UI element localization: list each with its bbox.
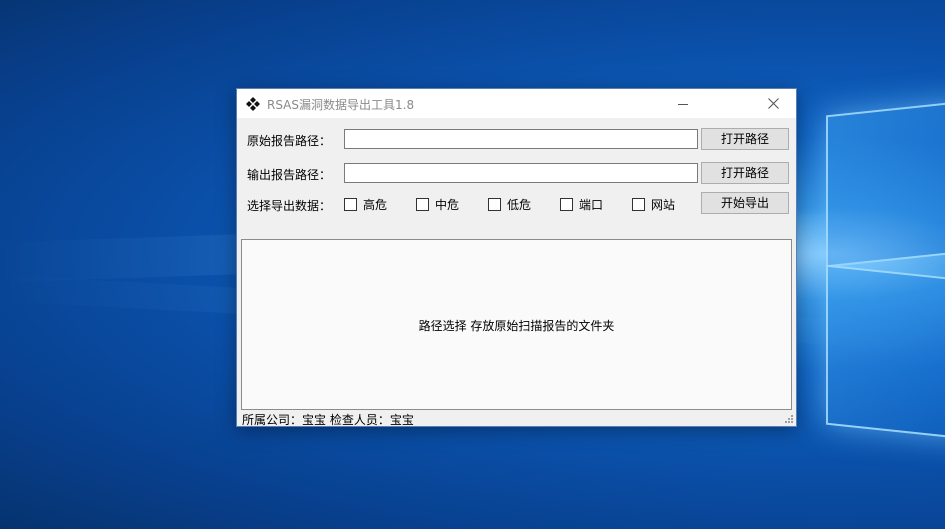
status-bar-text: 所属公司：宝宝 检查人员：宝宝 (242, 413, 414, 427)
log-panel: 路径选择 存放原始扫描报告的文件夹 (241, 239, 792, 410)
output-path-label: 输出报告路径： (247, 168, 332, 182)
app-window: RSAS漏洞数据导出工具1.8 原始报告路径： 打开路径 输出报告路径： 打开路… (236, 88, 797, 427)
desktop-logo-pane (826, 100, 945, 268)
checkbox-website[interactable]: 网站 (632, 196, 675, 213)
open-output-path-button[interactable]: 打开路径 (701, 162, 789, 184)
checkbox-label: 中危 (435, 198, 460, 212)
checkbox-box[interactable] (416, 198, 429, 211)
resize-grip-icon[interactable] (784, 414, 794, 424)
select-data-label: 选择导出数据： (247, 199, 332, 213)
diamond-app-icon (246, 97, 260, 111)
checkbox-box[interactable] (488, 198, 501, 211)
open-source-path-button[interactable]: 打开路径 (701, 128, 789, 150)
checkbox-label: 网站 (651, 198, 676, 212)
window-title: RSAS漏洞数据导出工具1.8 (267, 98, 415, 112)
checkbox-box[interactable] (560, 198, 573, 211)
source-path-label: 原始报告路径： (247, 134, 332, 148)
panel-hint-text: 路径选择 存放原始扫描报告的文件夹 (418, 319, 615, 333)
start-export-button[interactable]: 开始导出 (701, 192, 789, 214)
minimize-button[interactable] (660, 89, 706, 118)
minimize-icon (678, 103, 688, 105)
checkbox-label: 端口 (579, 198, 604, 212)
checkbox-label: 低危 (507, 198, 532, 212)
checkbox-label: 高危 (363, 198, 388, 212)
close-icon (767, 98, 779, 109)
desktop-logo-pane (826, 264, 945, 440)
checkbox-medium-risk[interactable]: 中危 (416, 196, 459, 213)
checkbox-box[interactable] (632, 198, 645, 211)
checkbox-port[interactable]: 端口 (560, 196, 603, 213)
output-path-input[interactable] (344, 163, 698, 183)
checkbox-low-risk[interactable]: 低危 (488, 196, 531, 213)
title-bar: RSAS漏洞数据导出工具1.8 (237, 89, 796, 118)
checkbox-box[interactable] (344, 198, 357, 211)
close-button[interactable] (750, 89, 796, 118)
source-path-input[interactable] (344, 129, 698, 149)
checkbox-high-risk[interactable]: 高危 (344, 196, 387, 213)
